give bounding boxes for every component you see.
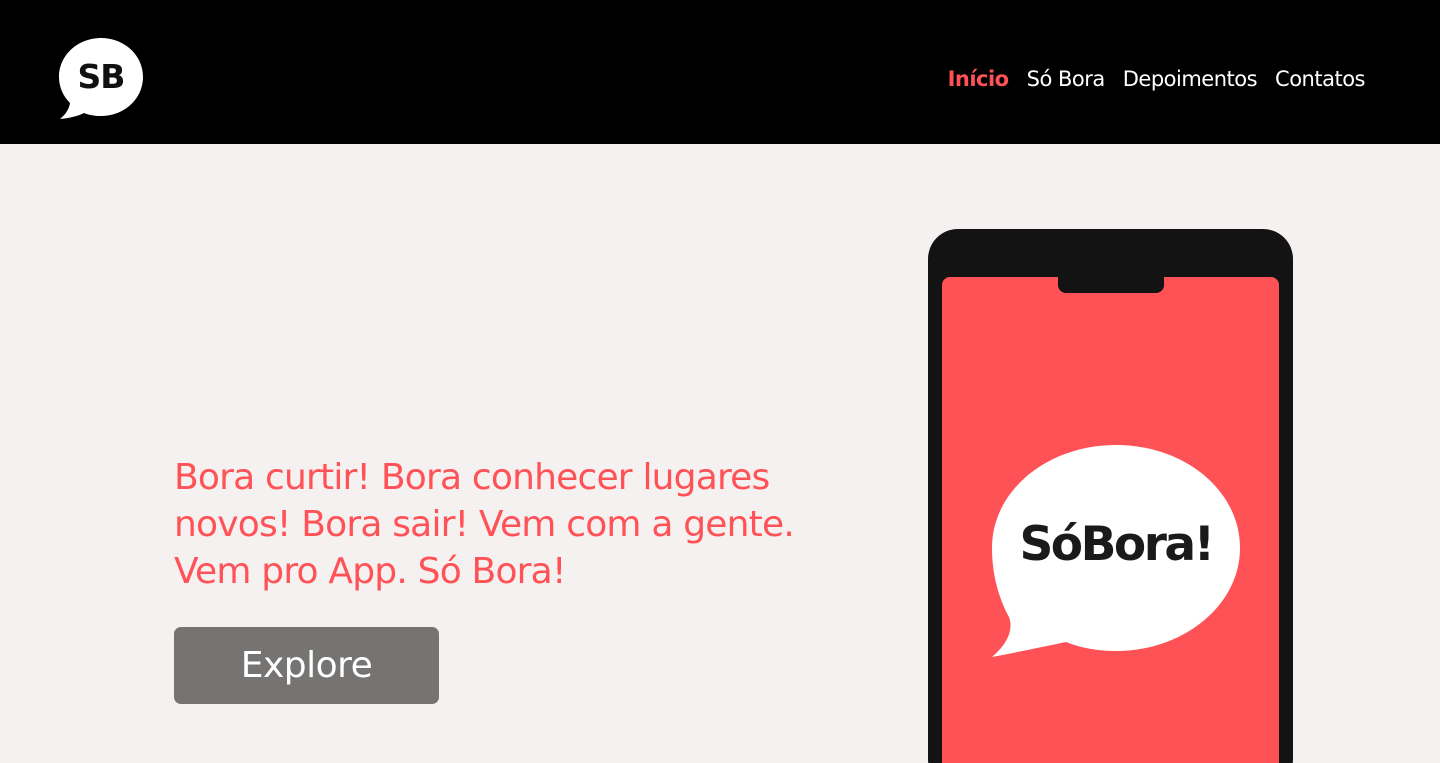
bubble-text: SóBora! <box>1019 517 1215 572</box>
hero-text: Bora curtir! Bora conhecer lugares novos… <box>174 457 795 592</box>
main-nav: Início Só Bora Depoimentos Contatos <box>948 62 1366 96</box>
phone-notch <box>1058 277 1164 293</box>
site-header: SB Início Só Bora Depoimentos Contatos <box>0 0 1440 144</box>
explore-button[interactable]: Explore <box>174 627 439 704</box>
phone-screen: SóBora! <box>942 277 1279 763</box>
nav-link-contatos[interactable]: Contatos <box>1275 62 1365 96</box>
logo-text: SB <box>77 57 126 96</box>
phone-mockup: SóBora! <box>928 229 1293 763</box>
nav-link-so-bora[interactable]: Só Bora <box>1027 62 1106 96</box>
speech-bubble-graphic: SóBora! <box>990 443 1242 659</box>
nav-link-depoimentos[interactable]: Depoimentos <box>1123 62 1258 96</box>
logo[interactable]: SB <box>58 37 144 121</box>
nav-link-inicio[interactable]: Início <box>948 62 1010 96</box>
